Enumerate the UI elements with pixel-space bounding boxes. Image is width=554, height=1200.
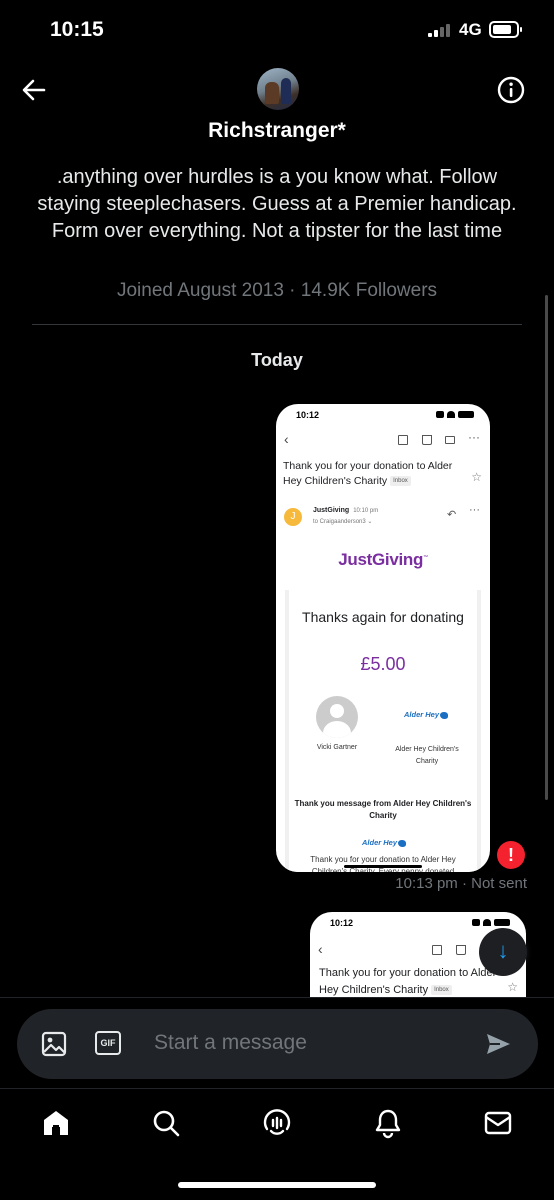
delete-icon [456,945,466,955]
sender-time: 10:10 pm [353,508,379,514]
sender-name: JustGiving 10:10 pm [313,507,379,514]
profile-bio: .anything over hurdles is a you know wha… [37,166,517,242]
home-icon[interactable] [40,1107,72,1139]
sender-more-icon: ··· [469,504,480,516]
screenshot-time: 10:12 [330,918,354,928]
message-status: 10:13 pm · Not sent [395,875,527,892]
email-back-icon: ‹ [318,941,323,957]
signal-icon [428,23,452,37]
mail-icon [445,436,455,444]
charity-logo: Alder Hey [404,710,449,719]
message-image[interactable]: 10:12 ‹ ··· Thank you for your donation … [276,404,490,872]
screenshot-time: 10:12 [296,410,320,420]
back-arrow-icon[interactable] [18,74,50,106]
charity-name: Alder Hey Children's Charity [395,746,459,765]
thank-you-heading: Thank you message from Alder Hey Childre… [294,799,472,820]
send-icon[interactable] [484,1030,512,1058]
sender-recipient: to Craigaanderson3 ⌄ [313,519,373,525]
status-bar: 10:15 4G [0,0,554,60]
donation-card [285,590,481,872]
screenshot-home-bar [344,865,422,868]
profile-meta: Joined August 2013 · 14.9K Followers [116,280,438,301]
messages-icon[interactable] [482,1107,514,1139]
avatar[interactable] [257,68,299,110]
scroll-to-bottom-button[interactable]: ↓ [479,928,527,976]
email-subject: Thank you for your donation to Alder Hey… [319,967,497,996]
status-time: 10:15 [50,18,104,41]
archive-icon [432,945,442,955]
email-back-icon: ‹ [284,431,289,447]
star-icon: ☆ [507,980,518,994]
reply-icon: ↶ [447,509,457,521]
search-icon[interactable] [150,1107,182,1139]
archive-icon [398,435,408,445]
scrollbar[interactable] [545,295,548,800]
message-composer[interactable]: GIF Start a message [17,1009,538,1079]
spaces-icon[interactable] [261,1107,293,1139]
composer-area: GIF Start a message [0,997,554,1089]
star-icon: ☆ [471,470,482,484]
screenshot-status-icons [436,411,476,419]
sender-avatar: J [284,508,302,526]
error-icon[interactable]: ! [497,841,525,869]
inbox-tag: Inbox [431,985,452,996]
network-label: 4G [459,20,482,39]
profile-name[interactable]: Richstranger* [0,119,554,143]
email-toolbar: ‹ ··· [282,430,484,450]
donor-avatar-icon [316,696,358,738]
thanks-text: Thanks again for donating [302,609,464,625]
notifications-icon[interactable] [372,1107,404,1139]
screenshot-status-icons [472,919,512,927]
image-icon[interactable] [40,1030,68,1058]
inbox-tag: Inbox [390,476,411,487]
home-indicator [178,1182,376,1188]
thank-you-body: Thank you for your donation to Alder Hey… [310,855,456,872]
gif-button[interactable]: GIF [95,1031,121,1055]
justgiving-logo: JustGiving™ [338,550,428,569]
delete-icon [422,435,432,445]
donor-name: Vicki Gartner [316,744,358,751]
message-input[interactable]: Start a message [154,1031,307,1055]
email-subject: Thank you for your donation to Alder Hey… [283,460,453,487]
divider [32,324,522,325]
info-icon[interactable] [495,74,527,106]
charity-logo-small: Alder Hey [362,838,407,847]
email-more-icon: ··· [468,430,480,444]
battery-icon [489,21,522,38]
date-label: Today [251,350,303,370]
donation-amount: £5.00 [360,654,406,674]
